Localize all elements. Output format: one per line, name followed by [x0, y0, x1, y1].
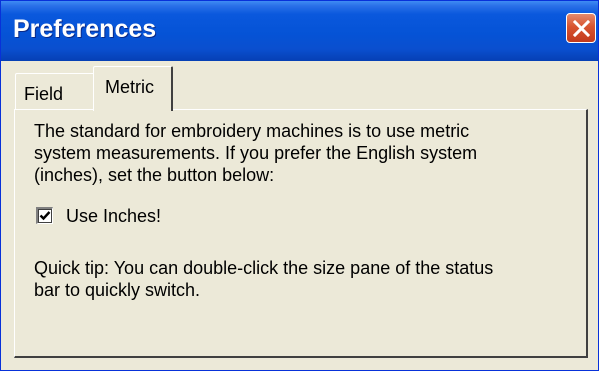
use-inches-label[interactable]: Use Inches!: [66, 205, 161, 227]
tab-metric-label: Metric: [105, 77, 154, 97]
title-bar[interactable]: Preferences: [1, 1, 598, 61]
quick-tip-text: Quick tip: You can double-click the size…: [34, 258, 494, 300]
metric-description: The standard for embroidery machines is …: [34, 121, 478, 185]
dialog-title: Preferences: [13, 15, 157, 43]
close-button[interactable]: [566, 13, 596, 43]
checkmark-icon: [39, 211, 51, 221]
preferences-dialog: Preferences Field Metric The standard fo…: [0, 0, 599, 371]
tab-field[interactable]: Field: [15, 73, 95, 109]
close-icon: [573, 20, 590, 37]
tab-metric[interactable]: Metric: [93, 66, 173, 111]
use-inches-checkbox[interactable]: [36, 207, 53, 224]
tab-field-label: Field: [24, 84, 64, 104]
dialog-body: Field Metric The standard for embroidery…: [5, 61, 594, 366]
metric-tab-panel: The standard for embroidery machines is …: [14, 109, 588, 358]
